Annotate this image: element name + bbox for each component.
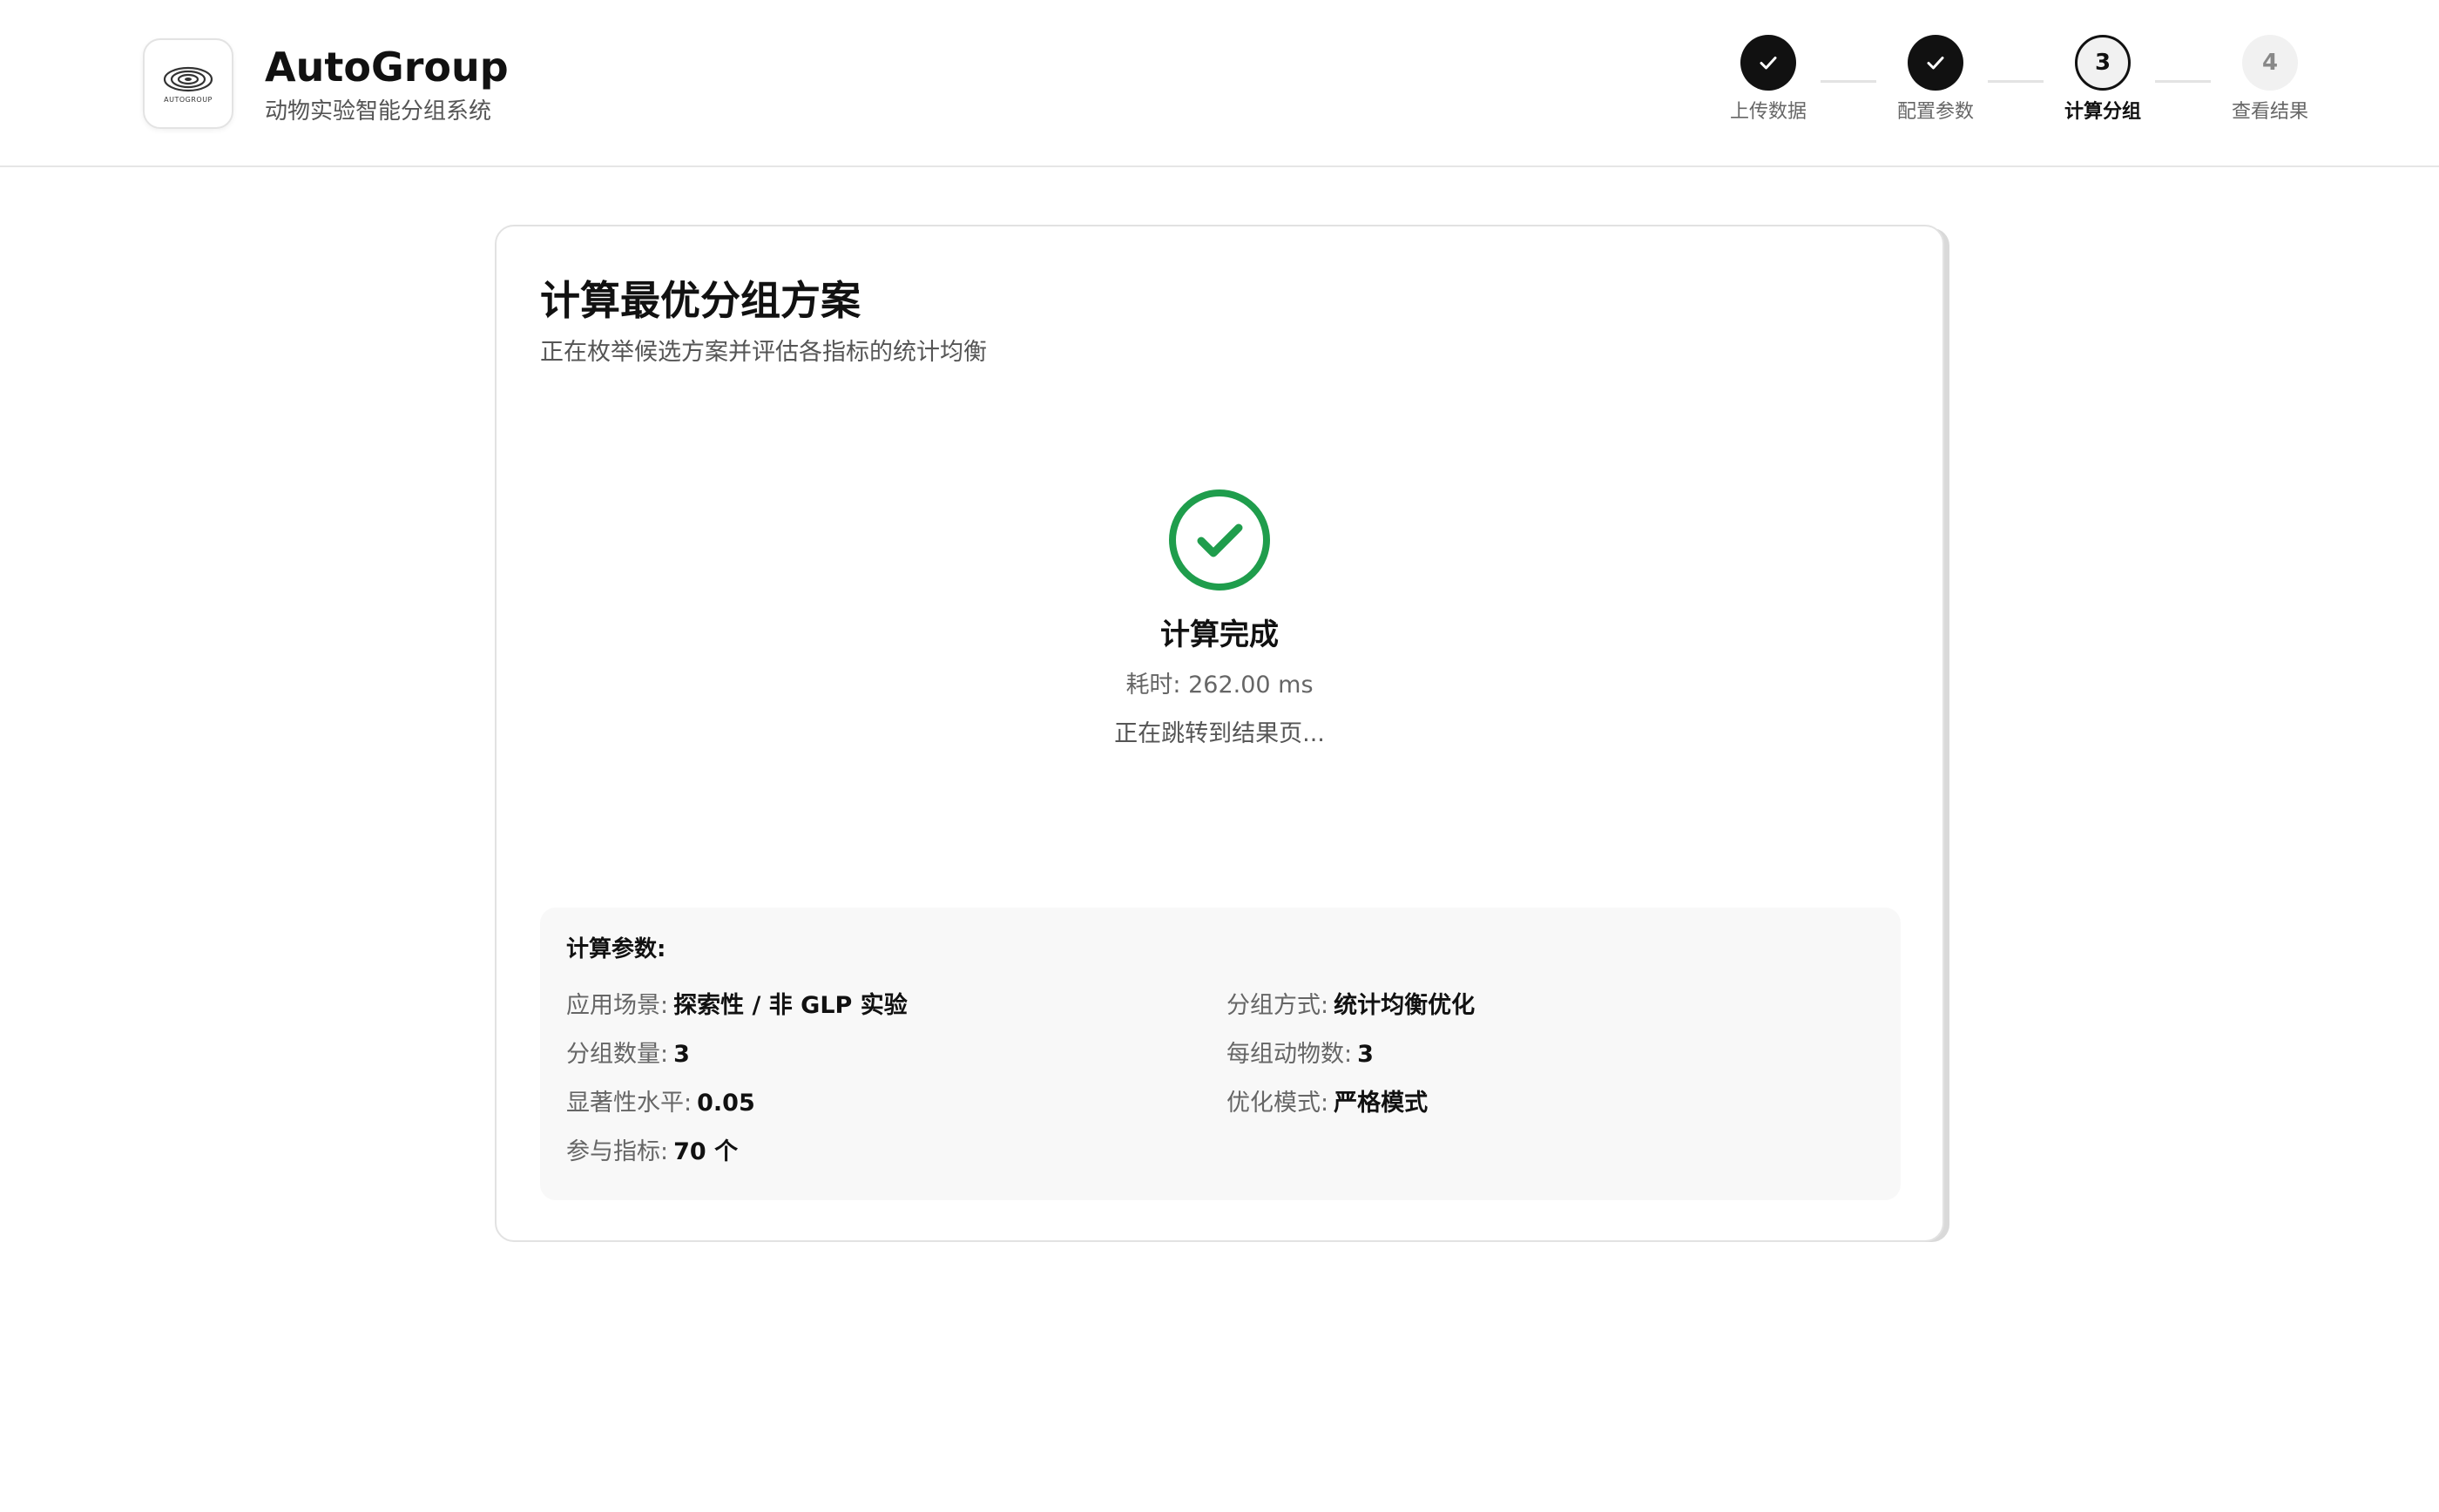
param-key: 显著性水平: [566, 1090, 693, 1117]
logo-swirl-icon [163, 66, 213, 91]
step-4-circle: 4 [2242, 35, 2298, 91]
page-title: 计算最优分组方案 [540, 277, 861, 324]
params-panel: 计算参数: 应用场景: 探索性 / 非 GLP 实验 分组方式: 统计均衡优化 分组… [540, 908, 1901, 1200]
compute-card: 计算最优分组方案 正在枚举候选方案并评估各指标的统计均衡 计算完成 耗时: 26… [495, 225, 1944, 1242]
app-logo[interactable]: AUTOGROUP [143, 38, 233, 129]
param-scenario: 应用场景: 探索性 / 非 GLP 实验 [566, 989, 908, 1023]
step-connector [1821, 80, 1876, 83]
param-grouping-method: 分组方式: 统计均衡优化 [1226, 989, 1475, 1023]
logo-text: AUTOGROUP [164, 95, 213, 104]
success-check-icon [1167, 488, 1272, 592]
progress-stepper: 上传数据 配置参数 3 计算分组 4 查看结果 [1707, 35, 2317, 139]
param-value: 3 [1357, 1041, 1374, 1068]
step-connector [2155, 80, 2211, 83]
param-value: 严格模式 [1334, 1090, 1429, 1117]
param-group-count: 分组数量: 3 [566, 1038, 690, 1071]
param-value: 3 [673, 1041, 690, 1068]
redirect-message: 正在跳转到结果页... [1114, 720, 1325, 747]
step-3-circle: 3 [2075, 35, 2131, 91]
param-key: 优化模式: [1226, 1090, 1329, 1117]
compute-status: 计算完成 耗时: 262.00 ms 正在跳转到结果页... [497, 488, 1942, 751]
app-header: AUTOGROUP AutoGroup 动物实验智能分组系统 上传数据 配置参数… [0, 0, 2439, 167]
param-value: 70 个 [673, 1138, 739, 1165]
status-title: 计算完成 [1160, 618, 1279, 652]
step-label: 上传数据 [1729, 101, 1807, 123]
param-indicator-count: 参与指标: 70 个 [566, 1136, 738, 1169]
param-key: 参与指标: [566, 1138, 669, 1165]
param-value: 统计均衡优化 [1334, 992, 1476, 1019]
step-1-circle [1740, 35, 1796, 91]
page-subtitle: 正在枚举候选方案并评估各指标的统计均衡 [540, 339, 987, 366]
param-optimization-mode: 优化模式: 严格模式 [1226, 1087, 1428, 1120]
check-icon [1760, 57, 1777, 70]
elapsed-time: 耗时: 262.00 ms [1125, 672, 1314, 699]
step-upload-data: 上传数据 [1707, 35, 1829, 139]
step-view-results: 4 查看结果 [2209, 35, 2331, 139]
param-significance-level: 显著性水平: 0.05 [566, 1087, 755, 1120]
param-animals-per-group: 每组动物数: 3 [1226, 1038, 1374, 1071]
step-connector [1988, 80, 2044, 83]
param-key: 每组动物数: [1226, 1041, 1353, 1068]
param-key: 应用场景: [566, 992, 669, 1019]
step-configure-params: 配置参数 [1875, 35, 1996, 139]
param-key: 分组方式: [1226, 992, 1329, 1019]
param-value: 探索性 / 非 GLP 实验 [673, 992, 908, 1019]
step-2-circle [1908, 35, 1963, 91]
param-key: 分组数量: [566, 1041, 669, 1068]
param-value: 0.05 [697, 1090, 755, 1117]
step-compute-groups: 3 计算分组 [2042, 35, 2164, 139]
step-label: 查看结果 [2231, 101, 2308, 123]
step-label: 配置参数 [1896, 101, 1974, 123]
params-title: 计算参数: [566, 936, 666, 962]
step-label: 计算分组 [2064, 101, 2141, 123]
check-icon [1927, 57, 1944, 70]
brand-name: AutoGroup [265, 44, 509, 91]
brand-subtitle: 动物实验智能分组系统 [265, 98, 492, 125]
